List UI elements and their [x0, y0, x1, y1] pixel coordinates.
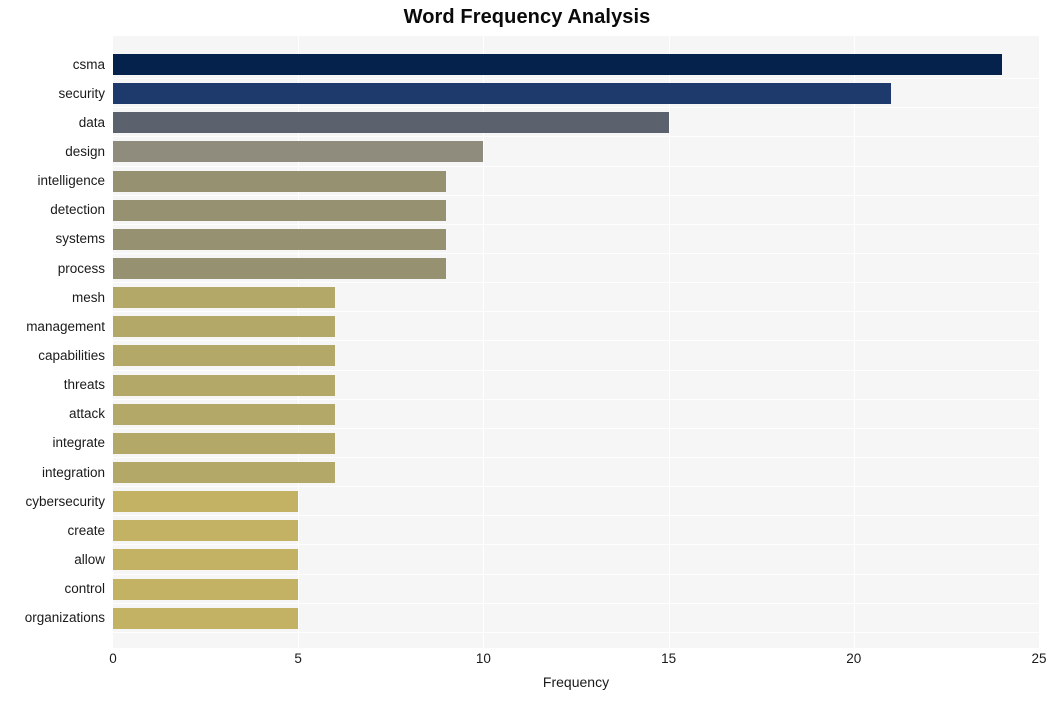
y-tick-label-threats: threats: [63, 377, 105, 393]
gridline-horizontal: [113, 311, 1039, 313]
y-tick-label-cybersecurity: cybersecurity: [25, 493, 105, 509]
bar-process: [113, 258, 447, 280]
bar-attack: [113, 403, 336, 425]
gridline-horizontal: [113, 340, 1039, 342]
y-tick-label-data: data: [78, 114, 105, 130]
gridline-horizontal: [113, 456, 1039, 458]
bar-threats: [113, 374, 336, 396]
gridline-horizontal: [113, 398, 1039, 400]
bar-row: [113, 374, 1039, 396]
x-tick-label-20: 20: [846, 651, 862, 666]
bar-csma: [113, 54, 1002, 76]
gridline-horizontal: [113, 486, 1039, 488]
gridline-horizontal: [113, 427, 1039, 429]
bar-mesh: [113, 287, 336, 309]
bar-row: [113, 345, 1039, 367]
y-tick-label-integrate: integrate: [52, 435, 105, 451]
bar-management: [113, 316, 336, 338]
bar-row: [113, 112, 1039, 134]
word-frequency-chart-figure: Word Frequency Analysis csma security data…: [0, 0, 1054, 701]
bar-row: [113, 54, 1039, 76]
bar-data: [113, 112, 669, 134]
y-tick-label-organizations: organizations: [24, 610, 105, 626]
bar-intelligence: [113, 170, 447, 192]
gridline-horizontal: [113, 78, 1039, 80]
y-tick-label-systems: systems: [55, 231, 105, 247]
gridline-horizontal: [113, 631, 1039, 633]
y-tick-label-capabilities: capabilities: [38, 347, 105, 363]
bar-systems: [113, 228, 447, 250]
gridline-horizontal: [113, 369, 1039, 371]
x-tick-label-5: 5: [294, 651, 302, 666]
gridline-horizontal: [113, 573, 1039, 575]
y-tick-label-control: control: [64, 581, 105, 597]
x-axis-tick-labels: 0 5 10 15 20 25: [0, 651, 1054, 673]
bar-allow: [113, 549, 299, 571]
gridline-horizontal: [113, 107, 1039, 109]
bar-row: [113, 287, 1039, 309]
x-tick-label-15: 15: [661, 651, 677, 666]
y-tick-label-attack: attack: [68, 406, 105, 422]
bar-security: [113, 83, 891, 105]
chart-title: Word Frequency Analysis: [403, 6, 651, 28]
y-tick-label-security: security: [58, 85, 105, 101]
bar-row: [113, 403, 1039, 425]
bar-control: [113, 578, 299, 600]
x-tick-label-0: 0: [109, 651, 117, 666]
bar-design: [113, 141, 484, 163]
bar-row: [113, 199, 1039, 221]
bar-row: [113, 316, 1039, 338]
y-tick-label-mesh: mesh: [71, 289, 105, 305]
bar-cybersecurity: [113, 491, 299, 513]
y-tick-label-management: management: [26, 318, 105, 334]
bar-create: [113, 520, 299, 542]
gridline-horizontal: [113, 194, 1039, 196]
y-tick-label-csma: csma: [72, 56, 105, 72]
y-tick-label-detection: detection: [50, 202, 105, 218]
bar-row: [113, 258, 1039, 280]
bar-row: [113, 578, 1039, 600]
gridline-horizontal: [113, 165, 1039, 167]
gridline-horizontal: [113, 252, 1039, 254]
x-tick-label-10: 10: [475, 651, 491, 666]
y-tick-label-allow: allow: [74, 551, 105, 567]
y-tick-label-process: process: [57, 260, 105, 276]
y-tick-label-intelligence: intelligence: [37, 173, 105, 189]
bar-row: [113, 432, 1039, 454]
bar-row: [113, 520, 1039, 542]
y-axis-tick-labels: csma security data design intelligence detect…: [0, 36, 105, 648]
gridline-horizontal: [113, 282, 1039, 284]
x-axis-title: Frequency: [542, 674, 610, 690]
bar-row: [113, 607, 1039, 629]
bar-row: [113, 141, 1039, 163]
bar-row: [113, 228, 1039, 250]
gridline-horizontal: [113, 223, 1039, 225]
bar-row: [113, 549, 1039, 571]
gridline-horizontal: [113, 136, 1039, 138]
y-tick-label-design: design: [65, 143, 105, 159]
bar-row: [113, 491, 1039, 513]
gridline-horizontal: [113, 544, 1039, 546]
bar-capabilities: [113, 345, 336, 367]
bar-row: [113, 170, 1039, 192]
gridline-horizontal: [113, 602, 1039, 604]
bar-row: [113, 462, 1039, 484]
gridline-horizontal: [113, 515, 1039, 517]
plot-area: [113, 36, 1039, 648]
bar-detection: [113, 199, 447, 221]
x-tick-label-25: 25: [1031, 651, 1047, 666]
bar-row: [113, 83, 1039, 105]
bar-integrate: [113, 432, 336, 454]
y-tick-label-create: create: [67, 522, 105, 538]
bar-integration: [113, 462, 336, 484]
bar-organizations: [113, 607, 299, 629]
y-tick-label-integration: integration: [41, 464, 105, 480]
